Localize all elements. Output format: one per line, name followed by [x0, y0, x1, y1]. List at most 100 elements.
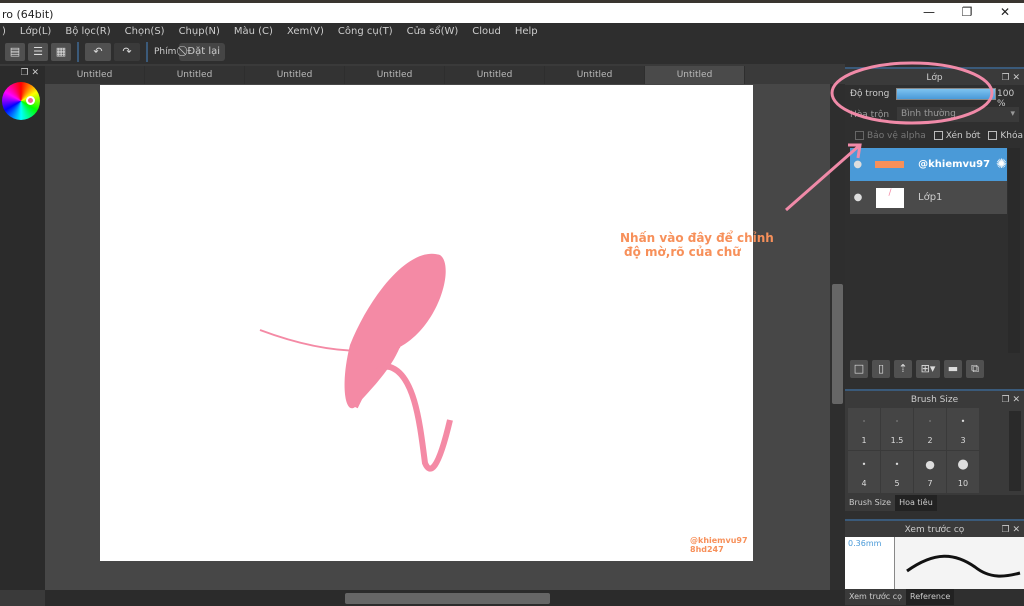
layer-panel-header: Lớp ❐ ✕ [845, 67, 1024, 85]
menu-tools[interactable]: Công cụ(T) [338, 26, 393, 37]
menu-window[interactable]: Cửa sổ(W) [407, 26, 459, 37]
layer-actions: □ ▯ ⇡ ⊞▾ ▬ ⧉ [850, 360, 984, 378]
reset-label: Đặt lại [187, 46, 221, 57]
brush-size-cell[interactable]: • 5 [881, 451, 913, 493]
brush-size-cell[interactable]: ● 7 [914, 451, 946, 493]
tab-untitled[interactable]: Untitled [545, 66, 645, 84]
right-panels: Lớp ❐ ✕ Độ trong 100 % Hòa trộn Bình thườ… [845, 64, 1024, 606]
panel-controls[interactable]: ❐ ✕ [1002, 521, 1020, 539]
stroke-preview [895, 537, 1024, 589]
brush-size-cell[interactable]: • 4 [848, 451, 880, 493]
blend-label: Hòa trộn [850, 110, 890, 120]
blend-value: Bình thường [901, 109, 956, 119]
annotation-line1: Nhấn vào đây để chỉnh [620, 231, 774, 245]
chevron-down-icon: ▾ [1010, 109, 1015, 119]
horizontal-scrollbar[interactable] [45, 590, 845, 606]
tab-brush-preview[interactable]: Xem trước cọ [845, 589, 907, 605]
merge-icon[interactable]: ⧉ [966, 360, 984, 378]
redo-icon[interactable]: ↷ [114, 43, 140, 61]
grid-icon[interactable]: ▦ [51, 43, 71, 61]
tab-untitled[interactable]: Untitled [145, 66, 245, 84]
annotation-line2: độ mờ,rõ của chữ [624, 245, 741, 259]
color-wheel[interactable] [2, 82, 40, 120]
layer-row[interactable]: ● / Lớp1 [850, 181, 1007, 214]
key-label: Phím [154, 47, 177, 57]
tab-untitled[interactable]: Untitled [345, 66, 445, 84]
tab-untitled-active[interactable]: Untitled [645, 66, 745, 84]
opacity-slider[interactable] [896, 88, 996, 100]
document-tabs: Untitled Untitled Untitled Untitled Unti… [45, 66, 845, 84]
brush-size-cell[interactable]: · 2 [914, 408, 946, 450]
restore-button[interactable]: ❐ [948, 3, 986, 23]
gear-icon[interactable]: ✺ [996, 157, 1007, 172]
layer-thumbnail: / [876, 187, 904, 208]
divider [77, 42, 79, 62]
menu-bar: ) Lớp(L) Bộ lọc(R) Chọn(S) Chụp(N) Màu (… [0, 23, 1024, 40]
annotation-text: Nhấn vào đây để chỉnh độ mờ,rõ của chữ [620, 231, 774, 259]
menu-filter[interactable]: Bộ lọc(R) [65, 26, 110, 37]
undo-icon[interactable]: ↶ [85, 43, 111, 61]
protect-alpha-checkbox[interactable]: Bảo vệ alpha [855, 131, 926, 141]
panel-controls[interactable]: ❐ ✕ [1002, 69, 1020, 87]
brush-size-cell[interactable]: • 3 [947, 408, 979, 450]
menu-item-partial[interactable]: ) [2, 26, 6, 37]
clip-checkbox[interactable]: Xén bớt [933, 131, 980, 141]
brush-size-grid: · 1 · 1.5 · 2 • 3 • 4 • 5 ● 7 ● 10 [845, 407, 1024, 495]
window-controls: — ❐ ✕ [910, 3, 1024, 23]
tab-untitled[interactable]: Untitled [445, 66, 545, 84]
tab-navigator[interactable]: Hoa tiêu [895, 495, 937, 511]
menu-capture[interactable]: Chụp(N) [179, 26, 220, 37]
close-button[interactable]: ✕ [986, 3, 1024, 23]
layer-name: @khiemvu97 [918, 159, 991, 170]
folder-icon[interactable]: ▬ [944, 360, 962, 378]
lock-checkbox[interactable]: Khóa [988, 131, 1023, 141]
layer-scrollbar[interactable] [1008, 148, 1020, 353]
opacity-label: Độ trong [850, 89, 890, 99]
tab-untitled[interactable]: Untitled [45, 66, 145, 84]
brush-size-cell[interactable]: · 1 [848, 408, 880, 450]
layer-thumbnail [875, 161, 905, 168]
minimize-button[interactable]: — [910, 3, 948, 23]
add-layer-dropdown-icon[interactable]: ⊞▾ [916, 360, 940, 378]
reset-button[interactable]: ⃠Đặt lại [179, 43, 226, 61]
tab-reference[interactable]: Reference [906, 589, 955, 605]
menu-layer[interactable]: Lớp(L) [20, 26, 51, 37]
export-layer-icon[interactable]: ⇡ [894, 360, 912, 378]
divider [146, 42, 148, 62]
brush-size-scrollbar[interactable] [1009, 411, 1021, 491]
brush-preview-header: Xem trước cọ ❐ ✕ [845, 519, 1024, 537]
color-picker-handle[interactable] [26, 96, 35, 105]
tab-brush-size[interactable]: Brush Size [845, 495, 896, 511]
list-icon[interactable]: ☰ [28, 43, 48, 61]
title-bar: ro (64bit) [0, 0, 1024, 23]
scroll-thumb[interactable] [832, 284, 843, 404]
tab-untitled[interactable]: Untitled [245, 66, 345, 84]
new-file-icon[interactable]: ▤ [5, 43, 25, 61]
brush-size-readout: 0.36mm [845, 537, 895, 589]
pink-h-stroke [259, 253, 453, 472]
layer-row-selected[interactable]: ● @khiemvu97 ✺ [850, 148, 1007, 181]
brush-size-cell[interactable]: · 1.5 [881, 408, 913, 450]
layer-options: Bảo vệ alpha Xén bớt Khóa [855, 131, 1023, 141]
color-panel: ❐ ✕ [0, 66, 45, 590]
brush-size-panel: Brush Size ❐ ✕ · 1 · 1.5 · 2 • 3 • 4 • 5 ● 7 ● 10… [845, 389, 1024, 511]
vertical-scrollbar[interactable] [830, 84, 845, 590]
watermark-line1: @khiemvu97 [690, 536, 748, 545]
menu-view[interactable]: Xem(V) [287, 26, 324, 37]
new-layer-icon[interactable]: □ [850, 360, 868, 378]
brush-size-cell[interactable]: ● 10 [947, 451, 979, 493]
panel-controls[interactable]: ❐ ✕ [0, 66, 45, 80]
watermark-line2: 8hd247 [690, 545, 724, 554]
menu-select[interactable]: Chọn(S) [125, 26, 165, 37]
menu-color[interactable]: Màu (C) [234, 26, 273, 37]
copy-layer-icon[interactable]: ▯ [872, 360, 890, 378]
brush-preview-panel: Xem trước cọ ❐ ✕ 0.36mm Xem trước cọ Refe… [845, 519, 1024, 605]
visibility-icon[interactable]: ● [850, 159, 865, 170]
visibility-icon[interactable]: ● [850, 192, 866, 203]
drawing-canvas[interactable]: @khiemvu97 8hd247 [100, 85, 753, 561]
menu-cloud[interactable]: Cloud [472, 26, 501, 37]
scroll-thumb[interactable] [345, 593, 550, 604]
toolbar: ▤ ☰ ▦ ↶ ↷ Phím ⃠Đặt lại [0, 40, 1024, 64]
menu-help[interactable]: Help [515, 26, 538, 37]
blend-mode-select[interactable]: Bình thường ▾ [897, 107, 1019, 122]
